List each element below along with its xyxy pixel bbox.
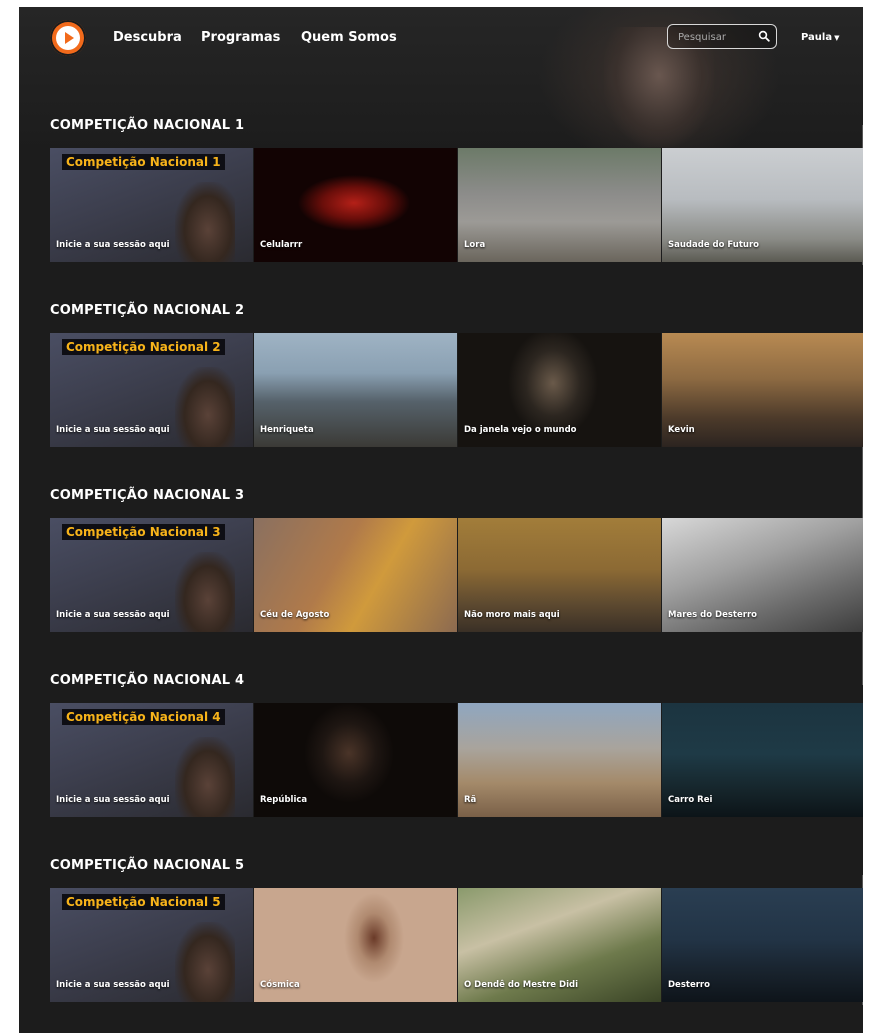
video-tile[interactable]: Mares do Desterro	[662, 518, 863, 632]
tile-label: Não moro mais aqui	[464, 610, 560, 620]
chevron-down-icon: ▼	[834, 34, 840, 42]
section-title: COMPETIÇÃO NACIONAL 2	[50, 303, 245, 318]
video-tile[interactable]: Carro Rei	[662, 703, 863, 817]
session-start-tile[interactable]: Competição Nacional 4 Inicie a sua sessã…	[50, 703, 253, 817]
page: Descubra Programas Quem Somos Paula▼ COM…	[19, 7, 863, 1033]
video-tile[interactable]: Celularrr	[254, 148, 457, 262]
video-tile[interactable]: Lora	[458, 148, 661, 262]
tile-label: Inicie a sua sessão aqui	[56, 425, 170, 435]
search-input[interactable]	[676, 28, 758, 47]
session-start-tile[interactable]: Competição Nacional 3 Inicie a sua sessã…	[50, 518, 253, 632]
tile-label: Carro Rei	[668, 795, 713, 805]
tile-label: Inicie a sua sessão aqui	[56, 610, 170, 620]
session-banner: Competição Nacional 3	[62, 524, 225, 540]
tile-label: Lora	[464, 240, 486, 250]
video-tile[interactable]: Rã	[458, 703, 661, 817]
session-start-tile[interactable]: Competição Nacional 1 Inicie a sua sessã…	[50, 148, 253, 262]
tile-label: Mares do Desterro	[668, 610, 757, 620]
tile-label: Rã	[464, 795, 477, 805]
tile-label: Céu de Agosto	[260, 610, 330, 620]
video-tile[interactable]: Saudade do Futuro	[662, 148, 863, 262]
nav-link-descubra[interactable]: Descubra	[113, 30, 182, 45]
tile-label: O Dendê do Mestre Didi	[464, 980, 578, 990]
video-tile[interactable]: Kevin	[662, 333, 863, 447]
session-banner: Competição Nacional 4	[62, 709, 225, 725]
video-tile[interactable]: Cósmica	[254, 888, 457, 1002]
video-row: Competição Nacional 2 Inicie a sua sessã…	[50, 333, 863, 447]
tile-label: Cósmica	[260, 980, 300, 990]
tile-label: Inicie a sua sessão aqui	[56, 240, 170, 250]
section-title: COMPETIÇÃO NACIONAL 5	[50, 858, 245, 873]
session-start-tile[interactable]: Competição Nacional 2 Inicie a sua sessã…	[50, 333, 253, 447]
session-banner: Competição Nacional 1	[62, 154, 225, 170]
nav-link-quem-somos[interactable]: Quem Somos	[301, 30, 397, 45]
tile-label: Inicie a sua sessão aqui	[56, 795, 170, 805]
section-title: COMPETIÇÃO NACIONAL 4	[50, 673, 245, 688]
video-tile[interactable]: Céu de Agosto	[254, 518, 457, 632]
hand-image	[175, 367, 235, 447]
video-row: Competição Nacional 5 Inicie a sua sessã…	[50, 888, 863, 1002]
top-navigation: Descubra Programas Quem Somos Paula▼	[19, 7, 863, 69]
video-tile[interactable]: Da janela vejo o mundo	[458, 333, 661, 447]
session-banner: Competição Nacional 5	[62, 894, 225, 910]
hand-image	[175, 737, 235, 817]
video-tile[interactable]: Não moro mais aqui	[458, 518, 661, 632]
tile-label: Saudade do Futuro	[668, 240, 760, 250]
user-menu[interactable]: Paula ▼	[801, 32, 840, 43]
video-row: Competição Nacional 3 Inicie a sua sessã…	[50, 518, 863, 632]
tile-label: Inicie a sua sessão aqui	[56, 980, 170, 990]
tile-label: Henriqueta	[260, 425, 314, 435]
tile-label: República	[260, 795, 308, 805]
video-tile[interactable]: Desterro	[662, 888, 863, 1002]
tile-label: Kevin	[668, 425, 695, 435]
hand-image	[175, 922, 235, 1002]
search-box	[667, 24, 777, 49]
tile-label: Da janela vejo o mundo	[464, 425, 577, 435]
section-title: COMPETIÇÃO NACIONAL 1	[50, 118, 245, 133]
video-row: Competição Nacional 4 Inicie a sua sessã…	[50, 703, 863, 817]
session-start-tile[interactable]: Competição Nacional 5 Inicie a sua sessã…	[50, 888, 253, 1002]
logo-icon[interactable]	[50, 20, 86, 56]
video-tile[interactable]: Henriqueta	[254, 333, 457, 447]
tile-label: Desterro	[668, 980, 710, 990]
session-banner: Competição Nacional 2	[62, 339, 225, 355]
video-tile[interactable]: República	[254, 703, 457, 817]
video-row: Competição Nacional 1 Inicie a sua sessã…	[50, 148, 863, 262]
search-icon[interactable]	[758, 30, 770, 42]
user-name: Paula	[801, 32, 833, 43]
section-title: COMPETIÇÃO NACIONAL 3	[50, 488, 245, 503]
nav-link-programas[interactable]: Programas	[201, 30, 280, 45]
video-tile[interactable]: O Dendê do Mestre Didi	[458, 888, 661, 1002]
hand-image	[175, 552, 235, 632]
hand-image	[175, 182, 235, 262]
tile-label: Celularrr	[260, 240, 303, 250]
